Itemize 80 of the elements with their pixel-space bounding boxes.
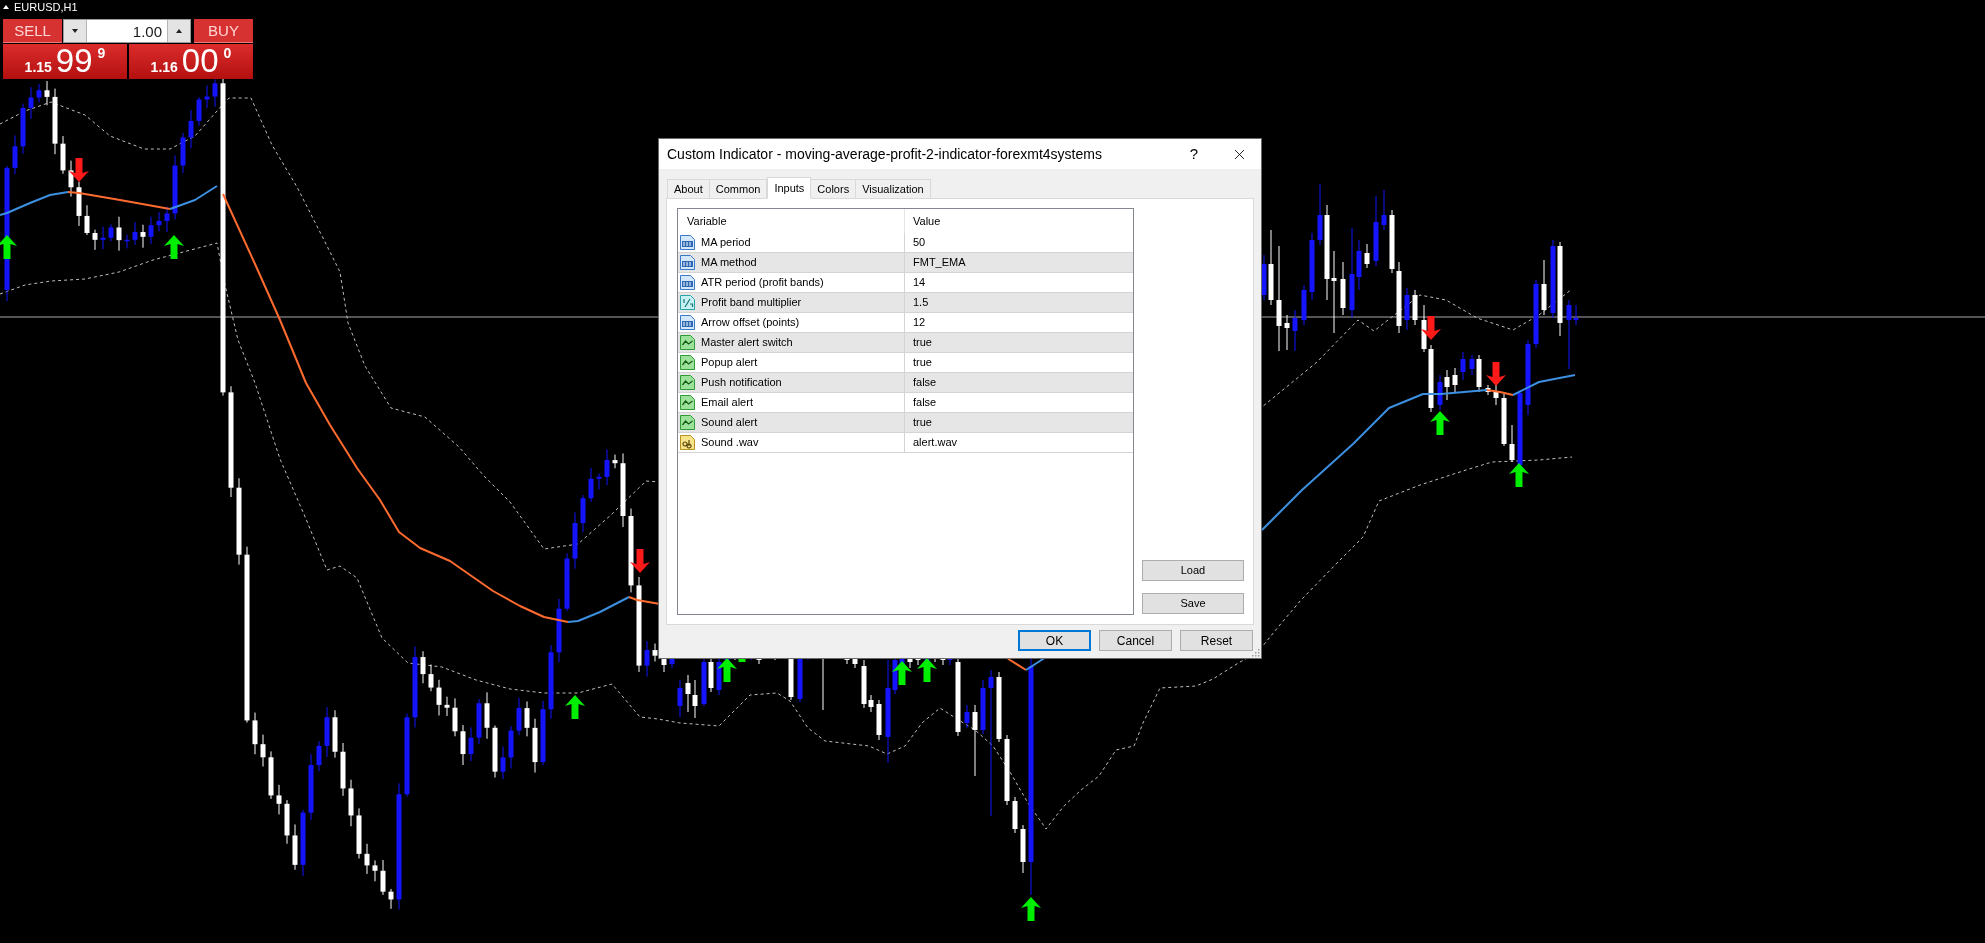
text-tile-icon	[680, 435, 695, 450]
variable-value: true	[913, 355, 932, 371]
variable-value: 12	[913, 315, 926, 331]
up-arrow-icon	[1430, 411, 1450, 435]
variable-value: true	[913, 415, 932, 431]
line-graph-icon	[680, 415, 695, 430]
number-tile-icon	[680, 255, 695, 270]
input-row[interactable]: ATR period (profit bands) 14	[678, 273, 1133, 293]
variable-value: FMT_EMA	[913, 255, 966, 271]
input-row[interactable]: Arrow offset (points) 12	[678, 313, 1133, 333]
input-row[interactable]: MA method FMT_EMA	[678, 253, 1133, 273]
input-row[interactable]: Push notification false	[678, 373, 1133, 393]
variable-value: alert.wav	[913, 435, 958, 451]
down-arrow-icon	[1486, 362, 1506, 386]
dialog-button[interactable]: Reset	[1180, 630, 1253, 651]
variable-value: 14	[913, 275, 926, 291]
variable-name: Email alert	[701, 395, 753, 411]
input-row[interactable]: Email alert false	[678, 393, 1133, 413]
symbol-label: EURUSD,H1	[14, 1, 78, 13]
variable-value: false	[913, 395, 937, 411]
up-arrow-icon	[164, 235, 184, 259]
column-header[interactable]: Value	[913, 212, 941, 230]
variable-name: MA method	[701, 255, 757, 271]
up-arrow-icon	[1021, 897, 1041, 921]
side-button[interactable]: Save	[1142, 593, 1244, 614]
up-arrow-icon	[0, 235, 17, 259]
column-header[interactable]: Variable	[687, 212, 727, 230]
decrease-lot-button[interactable]	[64, 20, 87, 42]
tab[interactable]: Visualization	[855, 179, 931, 198]
variable-name: Profit band multiplier	[701, 295, 802, 311]
down-arrow-icon	[69, 158, 89, 182]
down-arrow-icon	[1421, 316, 1441, 340]
dialog-button[interactable]: Cancel	[1099, 630, 1172, 651]
input-row[interactable]: Master alert switch true	[678, 333, 1133, 353]
input-row[interactable]: MA period 50	[678, 233, 1133, 253]
line-graph-icon	[680, 375, 695, 390]
caret-down-icon	[72, 29, 78, 33]
increase-lot-button[interactable]	[167, 20, 190, 42]
dialog-button[interactable]: OK	[1018, 630, 1091, 651]
variable-value: 1.5	[913, 295, 929, 311]
help-button[interactable]: ?	[1179, 139, 1209, 169]
input-row[interactable]: Popup alert true	[678, 353, 1133, 373]
variable-value: true	[913, 335, 932, 351]
input-row[interactable]: Sound alert true	[678, 413, 1133, 433]
caret-up-icon[interactable]	[3, 5, 9, 9]
up-arrow-icon	[565, 695, 585, 719]
sell-button[interactable]: SELL	[3, 19, 62, 43]
fraction-tile-icon	[680, 295, 695, 310]
tab[interactable]: Common	[708, 179, 768, 198]
variable-name: ATR period (profit bands)	[701, 275, 824, 291]
line-graph-icon	[680, 355, 695, 370]
variable-value: 50	[913, 235, 926, 251]
line-graph-icon	[680, 395, 695, 410]
number-tile-icon	[680, 315, 695, 330]
variable-value: false	[913, 375, 937, 391]
number-tile-icon	[680, 235, 695, 250]
caret-up-icon	[176, 29, 182, 33]
down-arrow-icon	[630, 549, 650, 573]
variable-name: Popup alert	[701, 355, 758, 371]
line-graph-icon	[680, 335, 695, 350]
tab[interactable]: About	[667, 179, 710, 198]
variable-name: Push notification	[701, 375, 782, 391]
up-arrow-icon	[1509, 463, 1529, 487]
side-button[interactable]: Load	[1142, 560, 1244, 581]
variable-name: Sound alert	[701, 415, 758, 431]
variable-name: Sound .wav	[701, 435, 759, 451]
variable-name: Arrow offset (points)	[701, 315, 800, 331]
up-arrow-icon	[717, 658, 737, 682]
lot-input[interactable]: 1.00	[87, 20, 167, 42]
input-row[interactable]: Profit band multiplier 1.5	[678, 293, 1133, 313]
window-title: Custom Indicator - moving-average-profit-2-indicator-forexmt4systems	[667, 144, 1102, 164]
number-tile-icon	[680, 275, 695, 290]
variable-name: MA period	[701, 235, 751, 251]
up-arrow-icon	[917, 658, 937, 682]
variable-name: Master alert switch	[701, 335, 793, 351]
up-arrow-icon	[892, 661, 912, 685]
tab[interactable]: Inputs	[767, 177, 812, 199]
buy-button[interactable]: BUY	[194, 19, 253, 43]
input-row[interactable]: Sound .wav alert.wav	[678, 433, 1133, 453]
resize-grip-icon[interactable]	[1251, 648, 1260, 657]
